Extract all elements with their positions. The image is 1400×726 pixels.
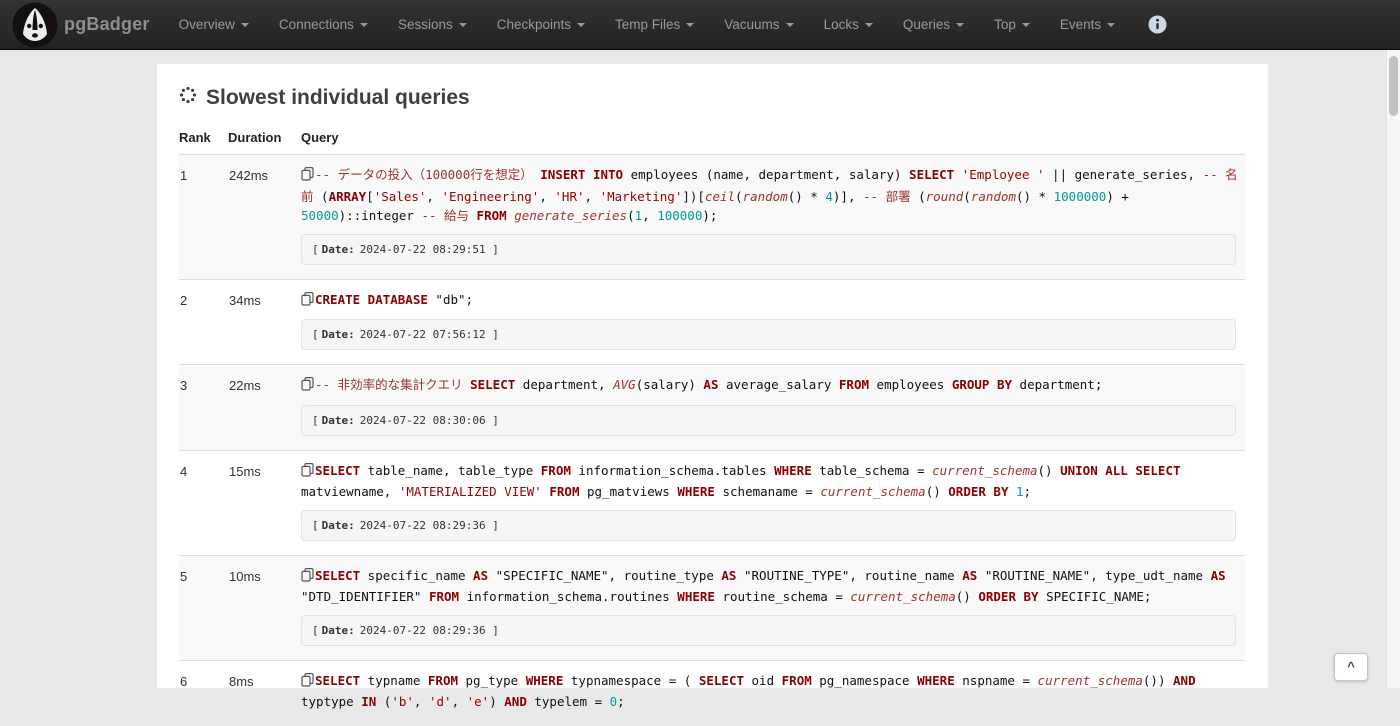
brand-title: pgBadger: [64, 14, 150, 34]
table-row: 5 10ms SELECT specific_name AS "SPECIFIC…: [179, 555, 1245, 660]
nav-item-checkpoints[interactable]: Checkpoints: [482, 0, 600, 50]
table-row: 6 8ms SELECT typname FROM pg_type WHERE …: [179, 660, 1245, 726]
nav-item-label: Top: [994, 16, 1016, 32]
pgbadger-logo-icon: [12, 2, 58, 48]
copy-query-icon[interactable]: [301, 167, 314, 187]
column-header-duration: Duration: [228, 130, 282, 145]
table-row: 3 22ms -- 非効率的な集計クエリ SELECT department, …: [179, 364, 1245, 450]
copy-query-icon[interactable]: [301, 672, 314, 693]
info-icon[interactable]: [1148, 15, 1167, 34]
chevron-down-icon: [1107, 22, 1116, 27]
spinner-dots-icon: [179, 86, 197, 110]
chevron-down-icon: [240, 22, 249, 27]
column-header-query: Query: [301, 130, 339, 145]
copy-query-icon[interactable]: [301, 462, 314, 483]
query-date: [Date: 2024-07-22 07:56:12 ]: [301, 319, 1236, 350]
column-header-rank: Rank: [179, 130, 211, 145]
duration-cell: 242ms: [229, 168, 269, 183]
page-title-text: Slowest individual queries: [206, 86, 470, 109]
chevron-down-icon: [1021, 22, 1030, 27]
nav-item-sessions[interactable]: Sessions: [383, 0, 482, 50]
rank-cell: 6: [180, 673, 188, 689]
query-text: SELECT typname FROM pg_type WHERE typnam…: [301, 671, 1245, 712]
duration-cell: 22ms: [229, 378, 261, 393]
nav-item-locks[interactable]: Locks: [809, 0, 888, 50]
duration-cell: 15ms: [229, 463, 261, 479]
duration-cell: 10ms: [229, 568, 261, 584]
table-row: 1 242ms -- データの投入（100000行を想定） INSERT INT…: [179, 154, 1245, 279]
query-date: [Date: 2024-07-22 08:29:51 ]: [301, 233, 1236, 265]
table-header-row: Rank Duration Query: [179, 124, 1245, 155]
rank-cell: 1: [180, 168, 188, 183]
scrollbar-track[interactable]: [1386, 50, 1400, 688]
nav-item-label: Sessions: [397, 16, 453, 32]
query-date: [Date: 2024-07-22 08:30:06 ]: [301, 404, 1236, 436]
query-text: -- データの投入（100000行を想定） INSERT INTO employ…: [301, 165, 1245, 226]
nav-item-label: Temp Files: [615, 16, 681, 32]
nav-item-events[interactable]: Events: [1045, 0, 1130, 50]
duration-cell: 8ms: [229, 673, 254, 689]
nav-item-label: Connections: [278, 16, 354, 32]
table-row: 2 34ms CREATE DATABASE "db"; [Date: 2024-…: [179, 279, 1245, 365]
nav-item-label: Locks: [823, 16, 859, 32]
nav-item-queries[interactable]: Queries: [888, 0, 979, 50]
slowest-queries-table: Rank Duration Query 1 242ms -- データの投入（10…: [179, 124, 1245, 726]
query-date: [Date: 2024-07-22 08:29:36 ]: [301, 509, 1236, 541]
copy-query-icon[interactable]: [301, 291, 314, 312]
nav-item-label: Checkpoints: [496, 16, 572, 32]
query-date: [Date: 2024-07-22 08:29:36 ]: [301, 614, 1236, 646]
query-sql: -- 非効率的な集計クエリ SELECT department, AVG(sal…: [315, 377, 1103, 392]
rank-cell: 3: [180, 378, 188, 393]
nav-item-label: Vacuums: [724, 16, 780, 32]
query-sql: SELECT specific_name AS "SPECIFIC_NAME",…: [301, 567, 1226, 605]
main-nav: Overview Connections Sessions Checkpoint…: [164, 0, 1131, 50]
duration-cell: 34ms: [229, 292, 261, 308]
nav-item-label: Overview: [178, 16, 235, 32]
chevron-down-icon: [458, 22, 467, 27]
copy-query-icon[interactable]: [301, 567, 314, 588]
query-text: -- 非効率的な集計クエリ SELECT department, AVG(sal…: [301, 375, 1245, 397]
report-panel: Slowest individual queries Rank Duration…: [157, 64, 1268, 709]
query-text: SELECT table_name, table_type FROM infor…: [301, 461, 1245, 502]
chevron-down-icon: [864, 22, 873, 27]
nav-item-overview[interactable]: Overview: [164, 0, 264, 50]
chevron-down-icon: [686, 22, 695, 27]
nav-item-label: Events: [1059, 16, 1102, 32]
query-sql: CREATE DATABASE "db";: [315, 291, 474, 307]
chevron-down-icon: [359, 22, 368, 27]
navbar: pgBadger Overview Connections Sessions C…: [0, 0, 1400, 50]
nav-item-top[interactable]: Top: [979, 0, 1045, 50]
nav-item-vacuums[interactable]: Vacuums: [709, 0, 808, 50]
query-text: SELECT specific_name AS "SPECIFIC_NAME",…: [301, 566, 1245, 607]
rank-cell: 2: [180, 292, 188, 308]
chevron-down-icon: [956, 22, 965, 27]
back-to-top-button[interactable]: ^: [1334, 653, 1368, 681]
nav-item-temp-files[interactable]: Temp Files: [600, 0, 709, 50]
query-sql: -- データの投入（100000行を想定） INSERT INTO employ…: [301, 167, 1238, 223]
page-title: Slowest individual queries: [179, 86, 1246, 110]
query-text: CREATE DATABASE "db";: [301, 290, 1245, 312]
chevron-down-icon: [577, 22, 586, 27]
query-sql: SELECT table_name, table_type FROM infor…: [301, 462, 1181, 500]
chevron-down-icon: [785, 22, 794, 27]
table-row: 4 15ms SELECT table_name, table_type FRO…: [179, 450, 1245, 555]
copy-query-icon[interactable]: [301, 377, 314, 397]
scrollbar-thumb[interactable]: [1389, 56, 1398, 116]
nav-item-label: Queries: [902, 16, 951, 32]
nav-item-connections[interactable]: Connections: [264, 0, 383, 50]
rank-cell: 4: [180, 463, 188, 479]
query-sql: SELECT typname FROM pg_type WHERE typnam…: [301, 672, 1196, 710]
rank-cell: 5: [180, 568, 188, 584]
